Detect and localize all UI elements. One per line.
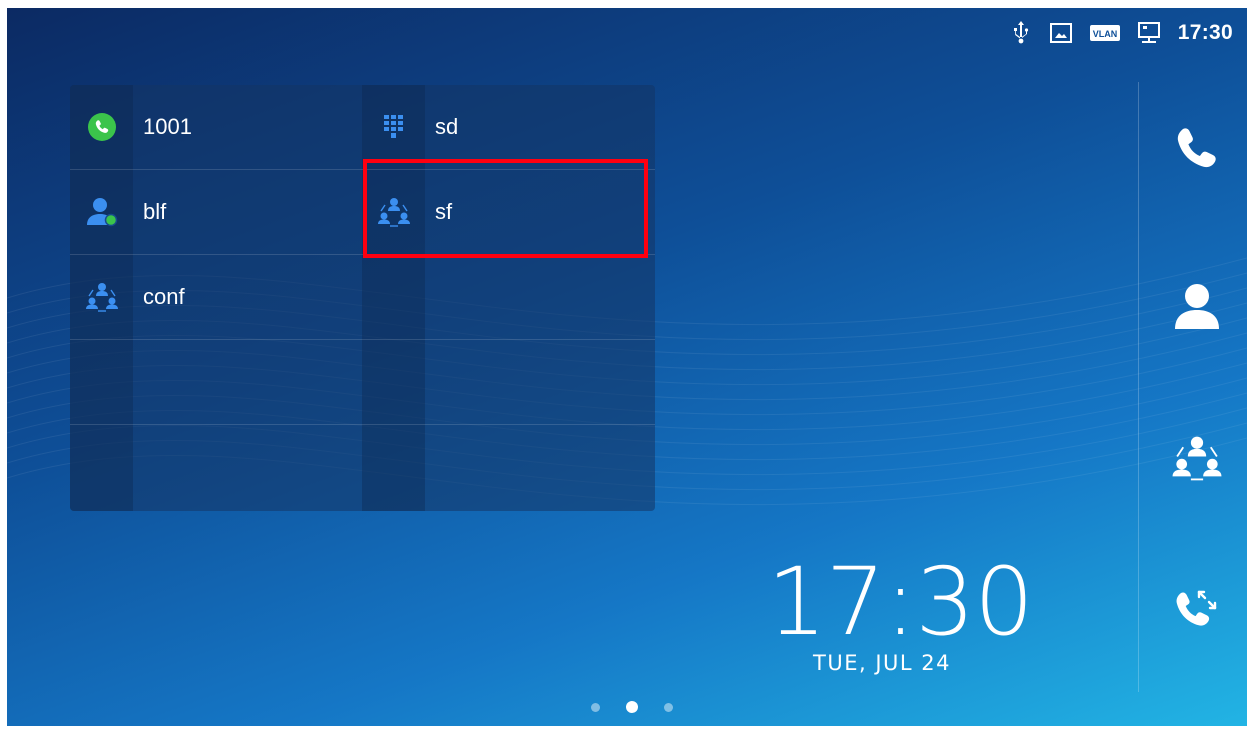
speed-dial-label: sf bbox=[435, 199, 453, 224]
line-keys-widget: 1001 sd blf sf conf bbox=[70, 85, 655, 511]
screenshot-icon bbox=[1049, 22, 1072, 44]
speed-dial-key-sd[interactable]: sd bbox=[362, 85, 655, 169]
status-bar: VLAN 17:30 bbox=[1010, 8, 1247, 58]
phone-icon[interactable] bbox=[1165, 118, 1229, 182]
dialpad-icon bbox=[362, 85, 425, 169]
sidebar-divider bbox=[1138, 82, 1139, 692]
contacts-icon[interactable] bbox=[1165, 274, 1229, 338]
blf-key[interactable]: blf bbox=[70, 170, 362, 254]
page-indicator bbox=[591, 701, 673, 713]
line-key-1001[interactable]: 1001 bbox=[70, 85, 362, 169]
empty-key[interactable] bbox=[70, 340, 362, 424]
network-icon bbox=[1137, 22, 1160, 44]
usb-icon bbox=[1010, 21, 1032, 44]
clock-time: 17:30 bbox=[767, 548, 1034, 657]
conference-key[interactable]: conf bbox=[70, 255, 362, 339]
clock-date: TUE, JUL 24 bbox=[813, 651, 951, 675]
empty-key[interactable] bbox=[70, 425, 362, 509]
call-history-icon[interactable] bbox=[1165, 578, 1229, 642]
group-icon bbox=[362, 170, 425, 254]
vlan-text: VLAN bbox=[1093, 29, 1118, 39]
empty-key[interactable] bbox=[362, 340, 655, 424]
group-icon bbox=[70, 255, 133, 339]
page-dot[interactable] bbox=[664, 702, 673, 712]
contact-online-icon bbox=[70, 170, 133, 254]
speed-dial-key-sf[interactable]: sf bbox=[362, 170, 655, 254]
page-dot-active[interactable] bbox=[626, 701, 638, 713]
line-key-label: 1001 bbox=[143, 114, 192, 139]
phone-green-icon bbox=[70, 85, 133, 169]
page-dot[interactable] bbox=[591, 702, 600, 712]
blf-label: blf bbox=[143, 199, 167, 224]
conference-icon[interactable] bbox=[1165, 426, 1229, 490]
empty-key[interactable] bbox=[362, 425, 655, 509]
vlan-icon: VLAN bbox=[1089, 22, 1120, 44]
home-screen: VLAN 17:30 1001 sd blf sf conf 17:30 TUE… bbox=[7, 8, 1247, 726]
conference-label: conf bbox=[143, 284, 185, 309]
status-time: 17:30 bbox=[1177, 21, 1233, 44]
speed-dial-label: sd bbox=[435, 114, 459, 139]
